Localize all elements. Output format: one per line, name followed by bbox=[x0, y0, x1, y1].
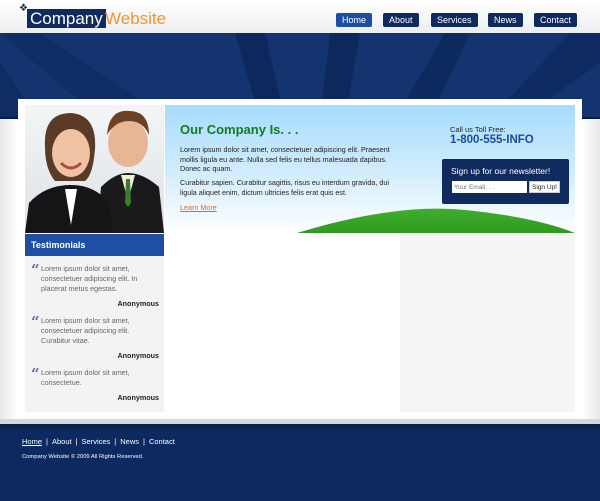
nav-contact[interactable]: Contact bbox=[534, 13, 578, 27]
header: ❖ Company Website Home About Services Ne… bbox=[0, 0, 600, 33]
hero-paragraph: Curabitur sapien. Curabitur sagittis, ri… bbox=[180, 178, 389, 197]
footer-link-about[interactable]: About bbox=[52, 437, 72, 446]
testimonial-item: “ Lorem ipsum dolor sit amet, consectetu… bbox=[31, 313, 159, 360]
quote-icon: “ bbox=[31, 261, 40, 279]
footer-nav: Home | About | Services | News | Contact bbox=[22, 437, 175, 446]
team-photo bbox=[25, 105, 164, 233]
learn-more-link[interactable]: Learn More bbox=[180, 203, 217, 212]
testimonials-panel: “ Lorem ipsum dolor sit amet, consectetu… bbox=[25, 256, 164, 412]
nav-about[interactable]: About bbox=[383, 13, 419, 27]
footer-link-services[interactable]: Services bbox=[82, 437, 111, 446]
testimonial-text: Lorem ipsum dolor sit amet, consectetuer… bbox=[41, 264, 138, 293]
newsletter-email-input[interactable] bbox=[452, 181, 527, 193]
testimonial-item: “ Lorem ipsum dolor sit amet, consectetu… bbox=[31, 261, 159, 308]
toll-free-label: Call us Toll Free: bbox=[450, 125, 506, 134]
footer-separator: | bbox=[143, 437, 145, 446]
newsletter-title: Sign up for our newsletter! bbox=[451, 166, 551, 176]
testimonial-author: Anonymous bbox=[117, 393, 159, 402]
newsletter-box: Sign up for our newsletter! Sign Up! bbox=[442, 159, 569, 204]
copyright-text: Company Website © 2009 All Rights Reserv… bbox=[22, 454, 144, 460]
toll-free-number: 1-800-555-INFO bbox=[450, 134, 534, 146]
nav-services[interactable]: Services bbox=[431, 13, 478, 27]
people-illustration bbox=[25, 110, 164, 233]
footer-separator: | bbox=[46, 437, 48, 446]
logo-website-text: Website bbox=[105, 9, 167, 28]
newsletter-signup-button[interactable]: Sign Up! bbox=[529, 181, 560, 193]
testimonial-author: Anonymous bbox=[117, 351, 159, 360]
footer-link-home[interactable]: Home bbox=[22, 437, 42, 446]
footer-link-news[interactable]: News bbox=[120, 437, 139, 446]
hero-section: Our Company Is. . . Lorem ipsum dolor si… bbox=[165, 105, 575, 233]
footer: Home | About | Services | News | Contact Company… bbox=[0, 424, 600, 501]
testimonials-heading: Testimonials bbox=[25, 234, 164, 256]
footer-separator: | bbox=[114, 437, 117, 446]
footer-link-contact[interactable]: Contact bbox=[149, 437, 175, 446]
quote-icon: “ bbox=[31, 313, 40, 331]
logo-company-text: Company bbox=[27, 9, 106, 28]
footer-separator: | bbox=[75, 437, 78, 446]
hero-title: Our Company Is. . . bbox=[180, 122, 299, 137]
main-content-area bbox=[165, 233, 399, 412]
testimonial-text: Lorem ipsum dolor sit amet, consectetue. bbox=[41, 368, 130, 387]
testimonial-item: “ Lorem ipsum dolor sit amet, consectetu… bbox=[31, 365, 159, 402]
nav-news[interactable]: News bbox=[488, 13, 523, 27]
nav-home[interactable]: Home bbox=[336, 13, 373, 27]
quote-icon: “ bbox=[31, 365, 40, 383]
testimonial-text: Lorem ipsum dolor sit amet, consectetuer… bbox=[41, 316, 130, 345]
side-panel bbox=[400, 233, 575, 412]
testimonial-author: Anonymous bbox=[117, 299, 159, 308]
hero-paragraph: Lorem ipsum dolor sit amet, consectetuer… bbox=[180, 145, 390, 173]
